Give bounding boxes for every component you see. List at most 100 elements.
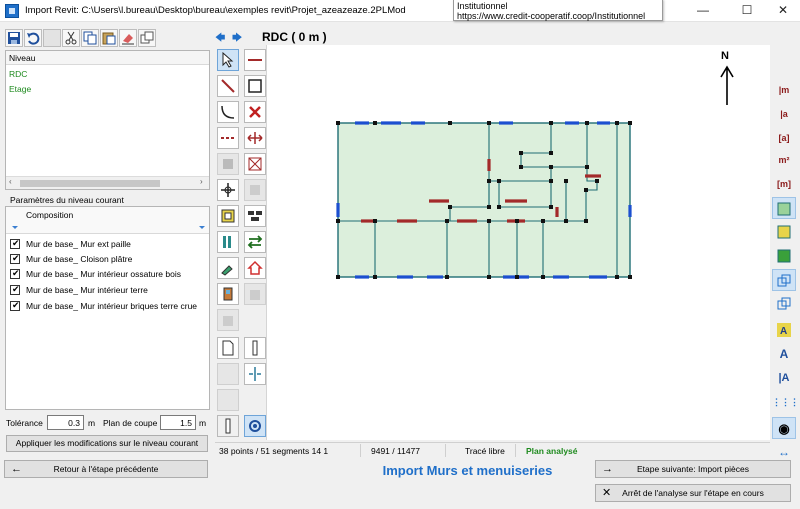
grid-icon[interactable]: ⋮⋮⋮ xyxy=(772,391,799,413)
table-row[interactable]: Mur de base_ Mur ext paille xyxy=(6,237,209,252)
level-list-header: Niveau xyxy=(6,51,209,65)
segment-tool-icon[interactable] xyxy=(244,49,266,71)
tolerance-unit: m xyxy=(88,418,96,428)
roof-tool-icon[interactable] xyxy=(244,283,266,305)
slider-icon[interactable] xyxy=(217,415,239,437)
room-green-icon[interactable] xyxy=(772,245,796,267)
window-title: Import Revit: C:\Users\l.bureau\Desktop\… xyxy=(25,5,406,16)
surface-m2-icon[interactable]: m² xyxy=(772,149,796,171)
dimension-tool-icon[interactable]: |m xyxy=(772,79,796,101)
undo-icon[interactable] xyxy=(24,29,42,47)
surface-box-icon[interactable]: [m] xyxy=(772,173,796,195)
horizontal-scrollbar[interactable]: ‹ › xyxy=(6,176,209,189)
close-icon: ✕ xyxy=(602,487,612,499)
text-dimension-icon[interactable]: |A xyxy=(772,367,796,389)
checkbox[interactable] xyxy=(10,284,20,295)
table-row[interactable]: Mur de base_ Mur intérieur terre xyxy=(6,283,209,298)
status-mode: Tracé libre xyxy=(465,446,505,456)
window-tool-icon[interactable] xyxy=(217,205,239,227)
split-vertical-icon[interactable] xyxy=(244,363,266,385)
stop-analysis-button[interactable]: ✕ Arrêt de l'analyse sur l'étape en cour… xyxy=(595,484,791,502)
tooltip-line-2: https://www.credit-cooperatif.coop/Insti… xyxy=(457,11,646,21)
scrollbar-thumb[interactable] xyxy=(20,180,160,187)
blank-tool[interactable] xyxy=(217,389,239,411)
app-icon xyxy=(5,4,19,18)
maximize-button[interactable]: ☐ xyxy=(728,0,766,21)
next-step-label: Etape suivante: Import pièces xyxy=(637,464,749,474)
arc-tool-icon[interactable] xyxy=(217,101,239,123)
settings-gear-icon[interactable] xyxy=(244,415,266,437)
filter-icon[interactable] xyxy=(12,226,18,229)
door-tool-icon[interactable] xyxy=(217,283,239,305)
blank-tool[interactable] xyxy=(217,363,239,385)
row-label: Mur de base_ Mur intérieur briques terre… xyxy=(26,301,198,311)
align-tool-icon[interactable] xyxy=(217,153,239,175)
apply-button[interactable]: Appliquer les modifications sur le nivea… xyxy=(6,435,208,452)
copy-icon[interactable] xyxy=(81,29,99,47)
minimize-button[interactable]: — xyxy=(684,0,722,21)
tolerance-label: Tolérance xyxy=(6,418,43,428)
text-box-icon[interactable]: A xyxy=(772,319,796,341)
room-yellow-icon[interactable] xyxy=(772,221,796,243)
cut-icon[interactable] xyxy=(62,29,80,47)
pan-tool-icon[interactable] xyxy=(217,179,239,201)
table-row[interactable]: Mur de base_ Mur intérieur briques terre… xyxy=(6,299,209,314)
arrow-left-icon[interactable]: 🡄 xyxy=(215,31,229,44)
arrow-right-icon[interactable]: 🡆 xyxy=(232,31,246,44)
columns-tool-icon[interactable] xyxy=(217,231,239,253)
brick-wall-icon[interactable] xyxy=(244,205,266,227)
house-tool-icon[interactable] xyxy=(244,257,266,279)
text-tool-icon[interactable]: A xyxy=(772,343,796,365)
diagonal-wall-icon[interactable] xyxy=(217,75,239,97)
paste-icon[interactable] xyxy=(100,29,118,47)
cube-tool-icon[interactable] xyxy=(217,309,239,331)
eye-icon[interactable]: ◉ xyxy=(772,417,796,439)
drawing-canvas[interactable]: N xyxy=(266,45,770,440)
overlay-tool-2-icon[interactable] xyxy=(772,293,796,315)
north-label: N xyxy=(721,50,729,62)
title-bar: Import Revit: C:\Users\l.bureau\Desktop\… xyxy=(0,0,800,22)
scroll-right-icon[interactable]: › xyxy=(200,177,203,186)
next-step-button[interactable]: → Etape suivante: Import pièces xyxy=(595,460,791,478)
duplicate-tool-icon[interactable] xyxy=(244,179,266,201)
redo-icon[interactable] xyxy=(43,29,61,47)
table-row[interactable]: Mur de base_ Mur intérieur ossature bois xyxy=(6,267,209,282)
paint-tool-icon[interactable] xyxy=(217,257,239,279)
select-tool-icon[interactable] xyxy=(217,49,239,71)
document-tool-icon[interactable] xyxy=(217,337,239,359)
layers-icon[interactable] xyxy=(138,29,156,47)
rectangle-tool-icon[interactable] xyxy=(244,75,266,97)
table-row[interactable]: Mur de base_ Cloison plâtre xyxy=(6,252,209,267)
stop-analysis-label: Arrêt de l'analyse sur l'étape en cours xyxy=(622,488,764,498)
move-horizontal-icon[interactable] xyxy=(244,127,266,149)
checkbox[interactable] xyxy=(10,268,20,279)
swap-tool-icon[interactable] xyxy=(244,231,266,253)
delete-tool-icon[interactable] xyxy=(244,101,266,123)
level-title: RDC ( 0 m ) xyxy=(262,30,327,44)
level-item-etage[interactable]: Etage xyxy=(9,84,31,94)
close-button[interactable]: ✕ xyxy=(764,0,800,21)
left-toolbar xyxy=(5,29,210,49)
eraser-icon[interactable] xyxy=(119,29,137,47)
zoom-extent-icon[interactable] xyxy=(244,153,266,175)
checkbox[interactable] xyxy=(10,253,20,264)
room-fill-icon[interactable] xyxy=(772,197,796,219)
tooltip-line-1: Institutionnel xyxy=(457,1,508,11)
level-item-rdc[interactable]: RDC xyxy=(9,69,27,79)
area-box-icon[interactable]: [a] xyxy=(772,127,796,149)
split-tool-icon[interactable] xyxy=(217,127,239,149)
checkbox[interactable] xyxy=(10,300,20,311)
scroll-left-icon[interactable]: ‹ xyxy=(9,177,12,186)
filter-icon[interactable] xyxy=(199,226,205,229)
cut-plane-input[interactable]: 1.5 xyxy=(160,415,196,430)
composition-table: Composition Mur de base_ Mur ext paille … xyxy=(5,206,210,410)
vertical-bar-icon[interactable] xyxy=(244,337,266,359)
back-button[interactable]: ← Retour à l'étape précédente xyxy=(4,460,208,478)
save-icon[interactable] xyxy=(5,29,23,47)
row-label: Mur de base_ Mur intérieur ossature bois xyxy=(26,269,181,279)
area-label-icon[interactable]: |a xyxy=(772,103,796,125)
checkbox[interactable] xyxy=(10,238,20,249)
floor-plan[interactable] xyxy=(336,121,632,279)
overlay-tool-icon[interactable] xyxy=(772,269,796,291)
tolerance-input[interactable]: 0.3 xyxy=(47,415,84,430)
